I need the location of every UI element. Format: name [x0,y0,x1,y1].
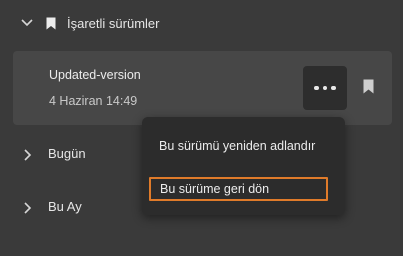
chevron-right-icon[interactable] [24,202,34,214]
version-card[interactable]: Updated-version 4 Haziran 14:49 [13,51,392,125]
version-context-menu: Bu sürümü yeniden adlandır Bu sürüme ger… [142,117,345,215]
chevron-down-icon[interactable] [21,19,33,29]
version-date: 4 Haziran 14:49 [49,94,138,108]
more-horizontal-icon-dot [322,85,328,91]
more-horizontal-icon [314,85,319,91]
version-name: Updated-version [49,68,141,82]
more-options-button[interactable] [303,66,347,110]
bookmark-icon [46,17,56,30]
group-label: Bugün [48,146,86,161]
menu-item-revert-to-version[interactable]: Bu sürüme geri dön [149,177,328,201]
group-header-marked-versions[interactable]: İşaretli sürümler [0,7,396,41]
version-history-panel: İşaretli sürümler Updated-version 4 Hazi… [0,0,403,256]
chevron-right-icon[interactable] [24,149,34,161]
more-horizontal-icon-dot [331,85,336,91]
group-label: İşaretli sürümler [67,16,160,31]
bookmark-icon[interactable] [363,79,374,99]
menu-item-rename-version[interactable]: Bu sürümü yeniden adlandır [149,134,327,158]
group-label: Bu Ay [48,199,82,214]
